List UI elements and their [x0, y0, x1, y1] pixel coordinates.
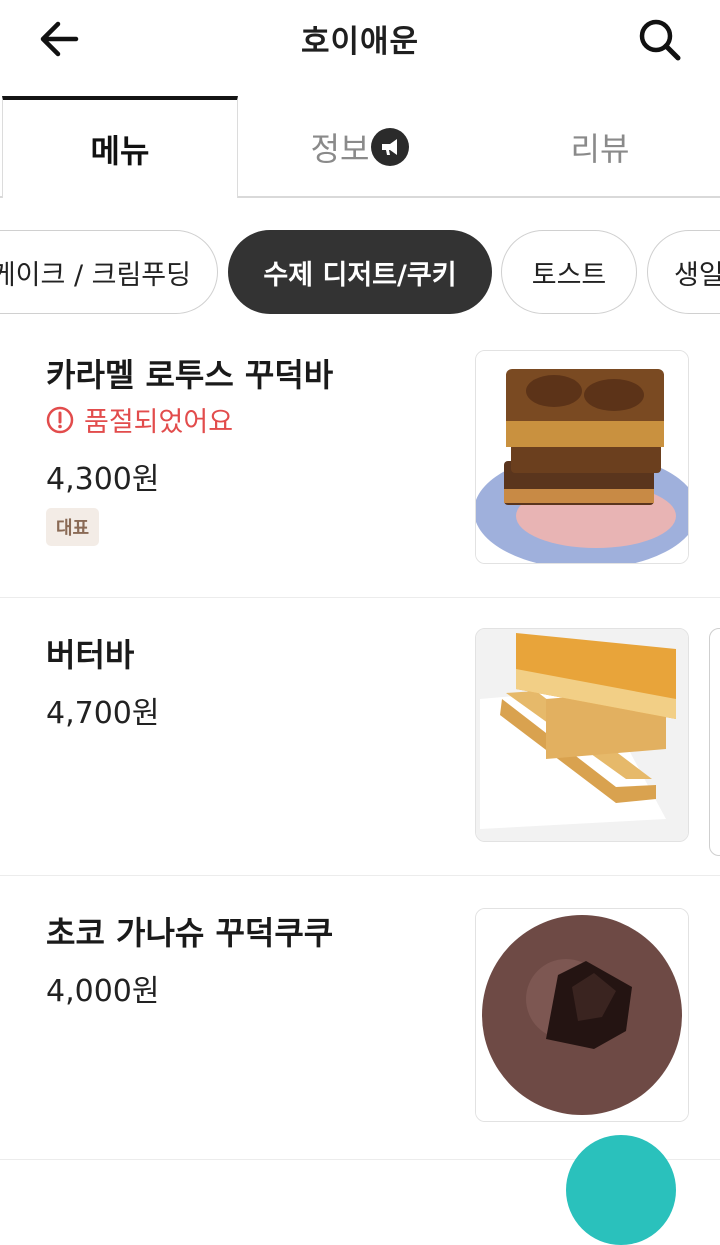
menu-item-image[interactable]	[475, 908, 689, 1122]
sold-out-notice: 품절되었어요	[46, 400, 233, 439]
chip-cake-cream-pudding[interactable]: 케이크 / 크림푸딩	[0, 230, 218, 314]
top-bar: 호이애운	[0, 0, 720, 78]
menu-item-image[interactable]	[475, 350, 689, 564]
megaphone-icon	[371, 128, 410, 166]
chip-label: 수제 디저트/쿠키	[263, 259, 457, 291]
scroll-edge-card	[709, 628, 720, 856]
menu-item-name: 카라멜 로투스 꾸덕바	[46, 356, 334, 394]
menu-item[interactable]: 초코 가나슈 꾸덕쿠쿠 4,000원	[0, 876, 720, 1160]
menu-item-name: 버터바	[46, 636, 135, 674]
tab-bar: 메뉴 정보 리뷰	[0, 96, 720, 198]
menu-item-name: 초코 가나슈 꾸덕쿠쿠	[46, 914, 334, 952]
search-icon	[639, 19, 681, 61]
tab-menu-label: 메뉴	[90, 132, 150, 170]
tab-info[interactable]: 정보	[240, 96, 480, 198]
category-chip-row: 케이크 / 크림푸딩 수제 디저트/쿠키 토스트 생일	[0, 230, 720, 316]
chip-handmade-dessert-cookie[interactable]: 수제 디저트/쿠키	[228, 230, 492, 314]
floating-action-button[interactable]	[566, 1135, 676, 1245]
tab-menu[interactable]: 메뉴	[2, 96, 238, 198]
menu-item-price: 4,000원	[46, 974, 160, 1009]
menu-item[interactable]: 버터바 4,700원	[0, 598, 720, 876]
menu-item[interactable]: 카라멜 로투스 꾸덕바 품절되었어요 4,300원 대표	[0, 318, 720, 598]
sold-out-text: 품절되었어요	[84, 407, 234, 438]
chip-birthday[interactable]: 생일	[647, 230, 720, 314]
chip-label: 케이크 / 크림푸딩	[0, 259, 191, 291]
signature-badge: 대표	[46, 508, 100, 546]
alert-circle-icon	[46, 406, 74, 433]
page-title: 호이애운	[300, 24, 420, 60]
menu-item-price: 4,700원	[46, 696, 160, 731]
chip-label: 생일	[674, 259, 720, 291]
chip-toast[interactable]: 토스트	[501, 230, 637, 314]
chip-label: 토스트	[531, 259, 607, 291]
search-button[interactable]	[634, 16, 686, 64]
menu-item-image[interactable]	[475, 628, 689, 842]
tab-review-label: 리뷰	[570, 130, 630, 168]
menu-item-price: 4,300원	[46, 462, 160, 497]
tab-review[interactable]: 리뷰	[480, 96, 720, 198]
tab-info-label: 정보	[310, 130, 370, 168]
